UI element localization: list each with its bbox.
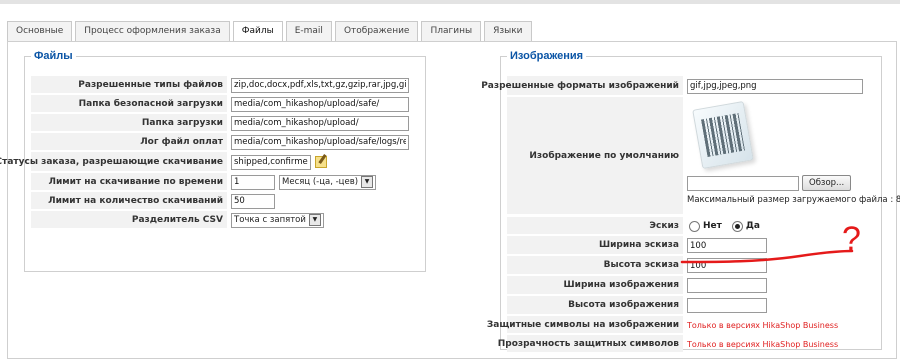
order-status-row: Статусы заказа, разрешающие скачивание bbox=[0, 152, 327, 172]
thumb-height-input[interactable] bbox=[687, 258, 767, 273]
image-height-input[interactable] bbox=[687, 298, 767, 313]
thumbnail-yes-radio[interactable] bbox=[731, 220, 743, 232]
thumb-height-label: Высота эскиза bbox=[507, 256, 683, 275]
tab-languages[interactable]: Языки bbox=[484, 21, 532, 41]
payment-log-row: Лог файл оплат bbox=[31, 133, 409, 151]
thumbnail-no-label: Нет bbox=[703, 221, 722, 231]
order-status-label: Статусы заказа, разрешающие скачивание bbox=[0, 152, 227, 172]
allowed-formats-input[interactable] bbox=[687, 78, 863, 94]
allowed-formats-label: Разрешенные форматы изображений bbox=[481, 76, 683, 96]
default-image-row: Изображение по умолчанию Обзор... Максим… bbox=[507, 97, 900, 215]
tab-bar: Основные Процесс оформления заказа Файлы… bbox=[7, 21, 535, 42]
thumb-height-row: Высота эскиза bbox=[507, 256, 767, 275]
upload-folder-row: Папка загрузки bbox=[31, 114, 409, 132]
browse-button[interactable]: Обзор... bbox=[802, 175, 852, 191]
images-fieldset: Изображения Разрешенные форматы изображе… bbox=[481, 50, 900, 353]
edit-icon[interactable] bbox=[315, 156, 327, 168]
time-limit-unit-select[interactable]: Месяц (-ца, -цев) ▼ bbox=[279, 174, 377, 190]
csv-separator-select[interactable]: Точка с запятой ▼ bbox=[231, 212, 324, 228]
image-width-label: Ширина изображения bbox=[507, 276, 683, 295]
order-status-input[interactable] bbox=[231, 154, 311, 170]
csv-separator-label: Разделитель CSV bbox=[31, 211, 227, 229]
files-tab-panel: Файлы Разрешенные типы файлов Папка безо… bbox=[0, 41, 900, 359]
allowed-types-label: Разрешенные типы файлов bbox=[31, 76, 227, 94]
tab-plugins[interactable]: Плагины bbox=[421, 21, 482, 41]
allowed-types-input[interactable] bbox=[231, 77, 409, 93]
default-image-preview bbox=[692, 100, 754, 170]
image-width-input[interactable] bbox=[687, 278, 767, 293]
time-limit-unit-value: Месяц (-ца, -цев) bbox=[282, 177, 359, 187]
time-limit-label: Лимит на скачивание по времени bbox=[31, 173, 227, 191]
images-legend: Изображения bbox=[510, 50, 584, 62]
image-height-label: Высота изображения bbox=[507, 296, 683, 315]
thumbnail-row: Эскиз Нет Да bbox=[507, 217, 768, 235]
allowed-types-row: Разрешенные типы файлов bbox=[31, 76, 409, 94]
barcode-icon bbox=[692, 100, 754, 170]
csv-separator-row: Разделитель CSV Точка с запятой ▼ bbox=[31, 211, 324, 229]
secure-folder-input[interactable] bbox=[231, 96, 409, 112]
default-image-file-input[interactable] bbox=[687, 175, 799, 191]
payment-log-input[interactable] bbox=[231, 134, 409, 150]
watermark-opacity-business-only: Только в версиях HikaShop Business bbox=[687, 339, 839, 349]
tab-email[interactable]: E-mail bbox=[285, 21, 332, 41]
allowed-formats-row: Разрешенные форматы изображений bbox=[481, 76, 863, 96]
max-size-text: Максимальный размер загружаемого файла :… bbox=[687, 195, 900, 205]
tab-files[interactable]: Файлы bbox=[232, 21, 283, 42]
upload-folder-input[interactable] bbox=[231, 115, 409, 131]
time-limit-row: Лимит на скачивание по времени Месяц (-ц… bbox=[31, 173, 377, 191]
thumbnail-label: Эскиз bbox=[507, 217, 683, 235]
watermark-label: Защитные символы на изображении bbox=[487, 316, 683, 334]
chevron-down-icon: ▼ bbox=[308, 214, 321, 226]
count-limit-input[interactable] bbox=[231, 193, 275, 209]
tab-display[interactable]: Отображение bbox=[334, 21, 419, 41]
watermark-business-only: Только в версиях HikaShop Business bbox=[687, 320, 839, 330]
watermark-row: Защитные символы на изображении Только в… bbox=[487, 316, 839, 334]
count-limit-label: Лимит на количество скачиваний bbox=[31, 192, 227, 210]
image-width-row: Ширина изображения bbox=[507, 276, 767, 295]
tab-main[interactable]: Основные bbox=[7, 21, 73, 41]
thumb-width-input[interactable] bbox=[687, 238, 767, 253]
watermark-opacity-label: Прозрачность защитных символов bbox=[498, 335, 683, 353]
thumbnail-no-radio[interactable] bbox=[689, 220, 700, 232]
default-image-label: Изображение по умолчанию bbox=[507, 97, 683, 215]
secure-folder-row: Папка безопасной загрузки bbox=[31, 95, 409, 113]
watermark-opacity-row: Прозрачность защитных символов Только в … bbox=[498, 335, 839, 353]
image-height-row: Высота изображения bbox=[507, 296, 767, 315]
csv-separator-value: Точка с запятой bbox=[234, 215, 306, 225]
time-limit-input[interactable] bbox=[231, 174, 275, 190]
payment-log-label: Лог файл оплат bbox=[31, 133, 227, 151]
top-border bbox=[0, 0, 900, 4]
secure-folder-label: Папка безопасной загрузки bbox=[31, 95, 227, 113]
thumbnail-yes-label: Да bbox=[745, 221, 760, 231]
thumb-width-row: Ширина эскиза bbox=[507, 236, 767, 255]
files-legend: Файлы bbox=[34, 50, 73, 62]
files-fieldset: Файлы Разрешенные типы файлов Папка безо… bbox=[0, 50, 426, 272]
thumb-width-label: Ширина эскиза bbox=[507, 236, 683, 255]
tab-checkout-process[interactable]: Процесс оформления заказа bbox=[75, 21, 230, 41]
upload-folder-label: Папка загрузки bbox=[31, 114, 227, 132]
chevron-down-icon: ▼ bbox=[361, 176, 374, 188]
count-limit-row: Лимит на количество скачиваний bbox=[31, 192, 275, 210]
